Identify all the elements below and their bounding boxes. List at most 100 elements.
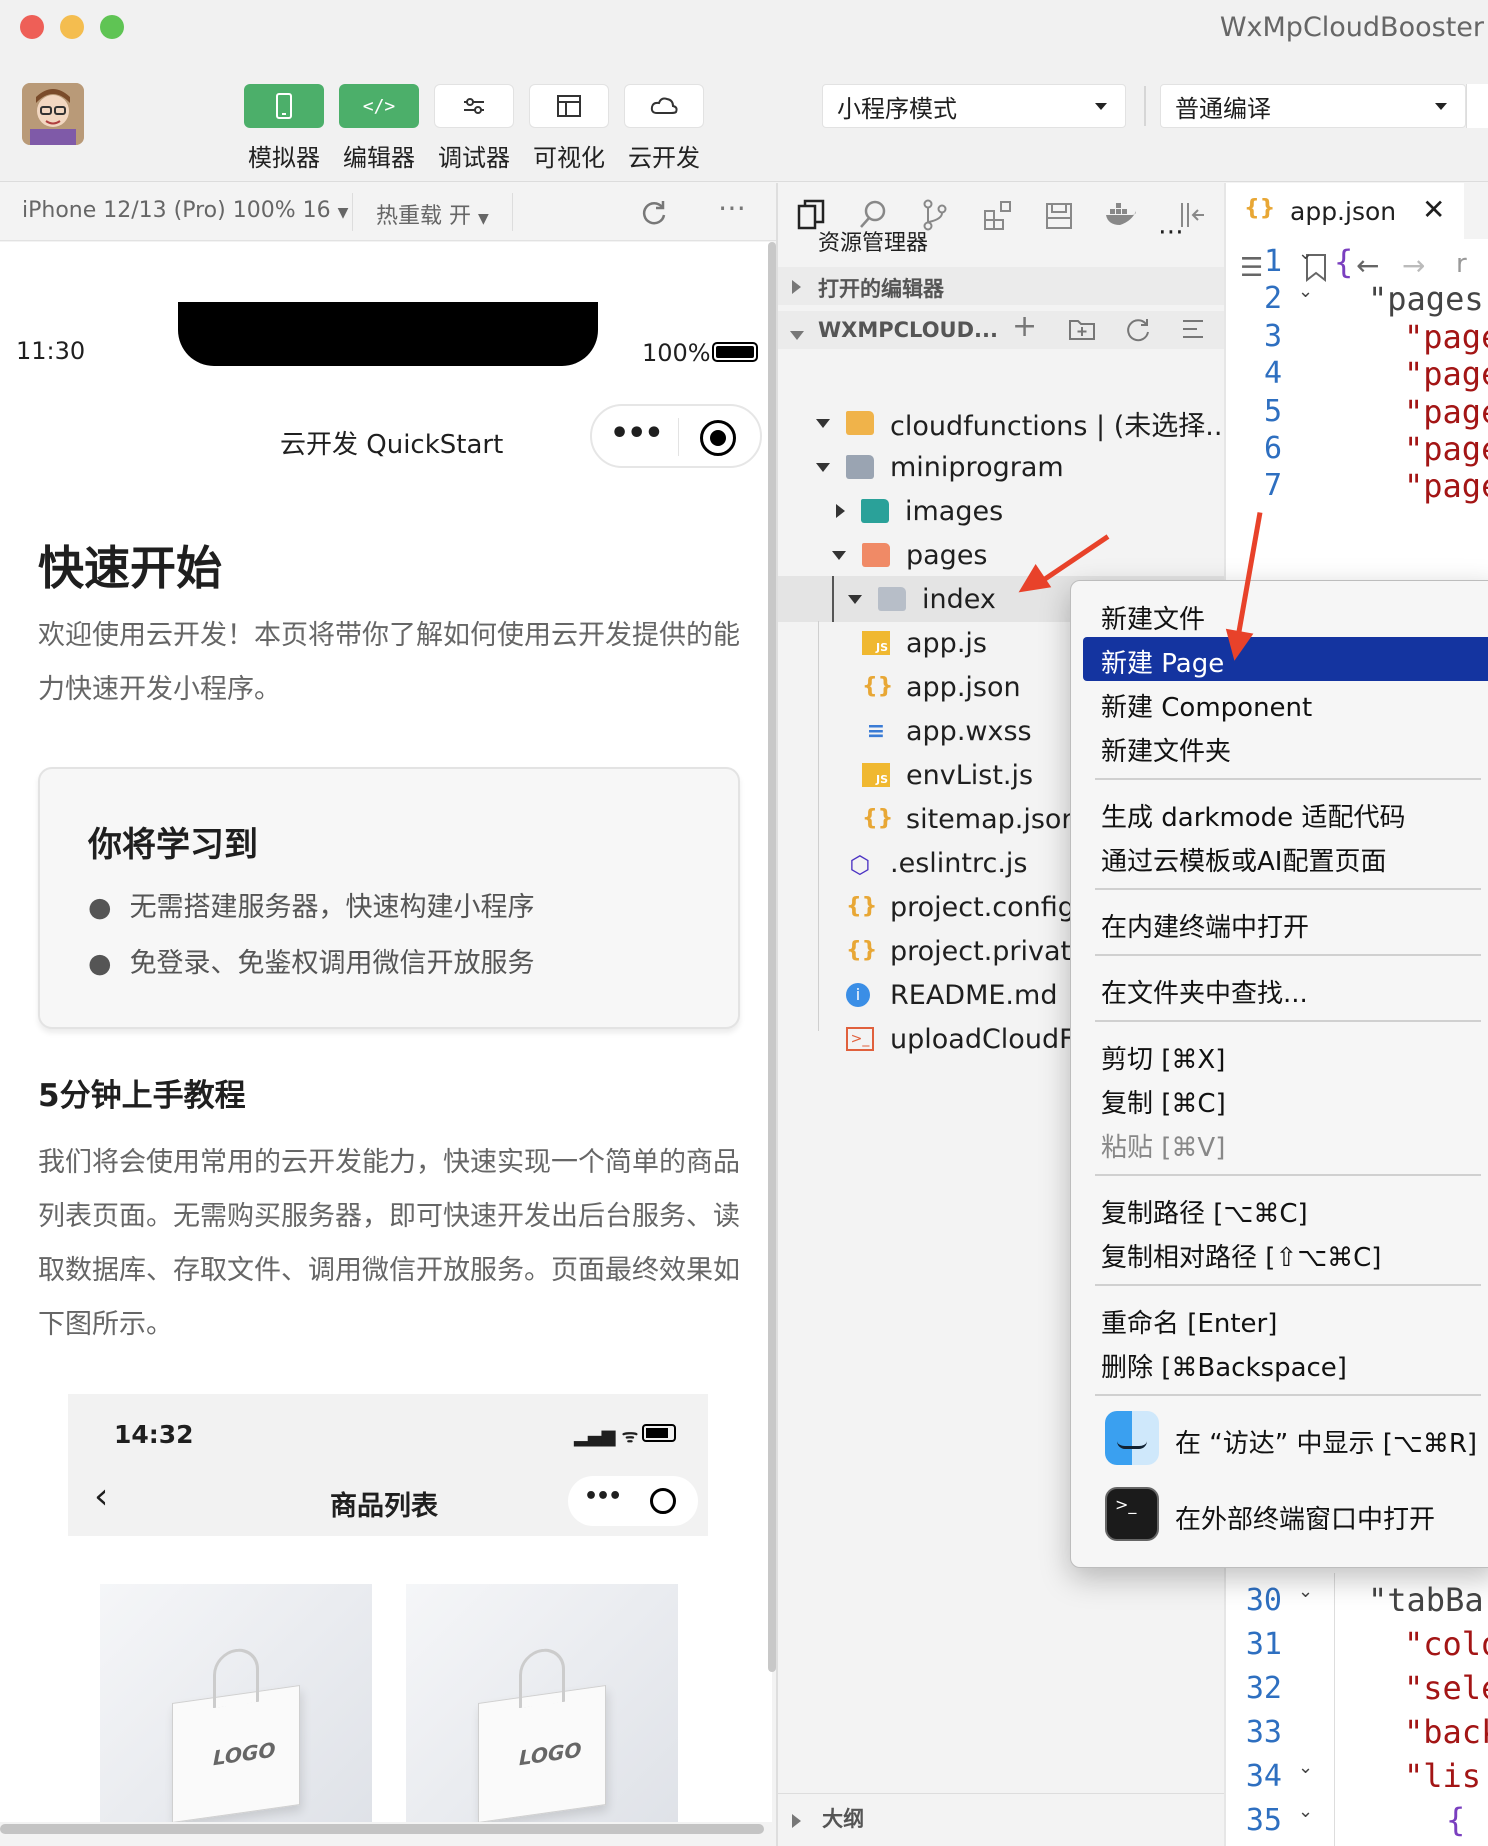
open-editors-section[interactable]: 打开的编辑器 bbox=[778, 267, 1224, 305]
json-file-icon: {} bbox=[846, 894, 878, 919]
refresh-icon[interactable] bbox=[640, 199, 668, 227]
chevron-right-icon bbox=[836, 504, 845, 518]
device-select[interactable]: iPhone 12/13 (Pro) 100% 16 ▼ bbox=[22, 198, 348, 223]
menu-item-open-terminal[interactable]: 在内建终端中打开 bbox=[1101, 907, 1309, 944]
capsule-menu[interactable]: ••• bbox=[590, 404, 762, 468]
fold-chevron-icon[interactable]: ⌄ bbox=[1298, 281, 1313, 302]
tree-item-miniprogram[interactable]: miniprogram bbox=[816, 445, 1064, 489]
editor-toggle-button[interactable]: </> bbox=[339, 84, 419, 128]
new-file-icon[interactable]: + bbox=[1012, 309, 1037, 344]
list-item: ● 无需搭建服务器，快速构建小程序 bbox=[88, 892, 535, 923]
menu-item-delete[interactable]: 删除 [⌘Backspace] bbox=[1101, 1347, 1347, 1384]
chevron-right-icon bbox=[792, 279, 817, 298]
tree-item-app-wxss[interactable]: ≡ app.wxss bbox=[862, 709, 1032, 753]
minimize-window-button[interactable] bbox=[60, 15, 84, 39]
tutorial-text: 我们将会使用常用的云开发能力，快速实现一个简单的商品列表页面。无需购买服务器，即… bbox=[38, 1147, 740, 1340]
menu-item-rename[interactable]: 重命名 [Enter] bbox=[1101, 1303, 1277, 1340]
more-icon[interactable]: r bbox=[1456, 249, 1467, 279]
zoom-window-button[interactable] bbox=[100, 15, 124, 39]
tab-label: app.json bbox=[1290, 197, 1397, 226]
fold-chevron-icon[interactable]: ⌄ bbox=[1298, 1801, 1313, 1822]
simulator-toggle-button[interactable] bbox=[244, 84, 324, 128]
nav-title: 云开发 QuickStart bbox=[280, 430, 504, 460]
hot-reload-select[interactable]: 热重载 开 ▼ bbox=[376, 198, 489, 230]
code-line: { bbox=[1334, 243, 1354, 281]
tree-item-index[interactable]: index bbox=[848, 577, 996, 621]
js-file-icon: JS bbox=[862, 631, 890, 655]
tree-item-label: index bbox=[922, 583, 996, 615]
outline-section[interactable]: 大纲 bbox=[792, 1805, 864, 1835]
menu-item-new-component[interactable]: 新建 Component bbox=[1101, 687, 1312, 724]
tab-app-json[interactable]: {} app.json ✕ bbox=[1226, 183, 1464, 239]
horizontal-scrollbar[interactable] bbox=[0, 1824, 764, 1834]
menu-item-copy-path[interactable]: 复制路径 [⌥⌘C] bbox=[1101, 1193, 1308, 1230]
back-arrow-icon[interactable]: ← bbox=[1356, 249, 1379, 282]
phone-icon bbox=[276, 93, 292, 119]
menu-item-new-file[interactable]: 新建文件 bbox=[1101, 599, 1205, 636]
card-title: 你将学习到 bbox=[88, 825, 258, 865]
cloud-dev-button[interactable] bbox=[624, 84, 704, 128]
project-section[interactable]: WXMPCLOUD... + bbox=[778, 309, 1224, 349]
signal-icon: ▂▄▆ ᯤ bbox=[574, 1426, 639, 1447]
vertical-scrollbar[interactable] bbox=[768, 242, 776, 1672]
docker-icon[interactable] bbox=[1104, 199, 1138, 231]
fold-chevron-icon[interactable]: ⌄ bbox=[1298, 1581, 1313, 1602]
fold-chevron-icon[interactable]: ⌄ bbox=[1298, 1757, 1313, 1778]
tree-item-label: project.config bbox=[890, 891, 1075, 923]
learn-card: 你将学习到 ● 无需搭建服务器，快速构建小程序 ● 免登录、免鉴权调用微信开放服务 bbox=[38, 767, 740, 1029]
close-window-button[interactable] bbox=[20, 15, 44, 39]
tree-item-envlist-js[interactable]: JS envList.js bbox=[862, 753, 1033, 797]
json-file-icon: {} bbox=[862, 806, 894, 831]
tree-item-app-js[interactable]: JS app.js bbox=[862, 621, 987, 665]
indent-guide bbox=[832, 576, 834, 622]
more-icon[interactable]: ⋯ bbox=[1158, 217, 1184, 247]
tree-item-label: .eslintrc.js bbox=[890, 847, 1028, 879]
more-icon[interactable]: ⋯ bbox=[718, 191, 746, 224]
menu-item-find-in-folder[interactable]: 在文件夹中查找... bbox=[1101, 973, 1308, 1010]
tree-item-label: sitemap.json bbox=[906, 803, 1079, 835]
menu-item-darkmode[interactable]: 生成 darkmode 适配代码 bbox=[1101, 797, 1405, 834]
project-label: WXMPCLOUD... bbox=[818, 318, 998, 342]
menu-item-new-folder[interactable]: 新建文件夹 bbox=[1101, 731, 1231, 768]
visual-toggle-button[interactable] bbox=[529, 84, 609, 128]
menu-item-copy[interactable]: 复制 [⌘C] bbox=[1101, 1083, 1226, 1120]
title-bar: WxMpCloudBooster </> 模拟器 编辑器 调试器 可视化 云开发… bbox=[0, 0, 1488, 182]
avatar[interactable] bbox=[22, 83, 84, 145]
more-icon[interactable]: ••• bbox=[610, 416, 664, 451]
menu-item-external-terminal[interactable]: 在外部终端窗口中打开 bbox=[1175, 1499, 1435, 1536]
storage-icon[interactable] bbox=[1044, 199, 1074, 231]
tree-item-cloudfunctions[interactable]: cloudfunctions | (未选择... bbox=[816, 401, 1224, 445]
forward-arrow-icon[interactable]: → bbox=[1402, 249, 1425, 282]
menu-item-cut[interactable]: 剪切 [⌘X] bbox=[1101, 1039, 1225, 1076]
menu-item-paste[interactable]: 粘贴 [⌘V] bbox=[1101, 1127, 1225, 1164]
mode-select[interactable]: 小程序模式 bbox=[822, 84, 1126, 128]
divider bbox=[352, 193, 353, 231]
menu-item-reveal-in-finder[interactable]: 在 “访达” 中显示 [⌥⌘R] bbox=[1175, 1423, 1477, 1460]
extensions-icon[interactable] bbox=[982, 199, 1014, 231]
tree-item-app-json[interactable]: {} app.json bbox=[862, 665, 1021, 709]
code-icon: </> bbox=[362, 95, 396, 117]
tutorial-title: 5分钟上手教程 bbox=[38, 1078, 246, 1114]
new-folder-icon[interactable] bbox=[1068, 317, 1096, 341]
code-line: "page bbox=[1404, 430, 1488, 468]
close-miniprogram-icon[interactable] bbox=[700, 420, 736, 456]
tree-item-pages[interactable]: pages bbox=[832, 533, 988, 577]
menu-item-cloud-template[interactable]: 通过云模板或AI配置页面 bbox=[1101, 841, 1386, 878]
compile-select[interactable]: 普通编译 bbox=[1160, 84, 1466, 128]
tree-item-images[interactable]: images bbox=[836, 489, 1003, 533]
chevron-down-icon bbox=[1095, 103, 1107, 110]
menu-separator bbox=[1095, 954, 1481, 956]
menu-item-new-page[interactable]: 新建 Page bbox=[1101, 643, 1224, 680]
battery-percent: 100% bbox=[642, 339, 711, 367]
toolbar-divider bbox=[1144, 86, 1146, 126]
debugger-toggle-button[interactable] bbox=[434, 84, 514, 128]
fold-chevron-icon[interactable]: ⌄ bbox=[1298, 243, 1313, 264]
tree-item-label: app.js bbox=[906, 627, 987, 659]
terminal-icon: >_ bbox=[1105, 1487, 1159, 1541]
refresh-icon[interactable] bbox=[1124, 316, 1152, 344]
collapse-all-icon[interactable] bbox=[1180, 317, 1206, 343]
menu-separator bbox=[1095, 1284, 1481, 1286]
close-icon[interactable]: ✕ bbox=[1422, 193, 1445, 226]
menu-item-copy-relative-path[interactable]: 复制相对路径 [⇧⌥⌘C] bbox=[1101, 1237, 1381, 1274]
folder-icon bbox=[846, 411, 874, 435]
